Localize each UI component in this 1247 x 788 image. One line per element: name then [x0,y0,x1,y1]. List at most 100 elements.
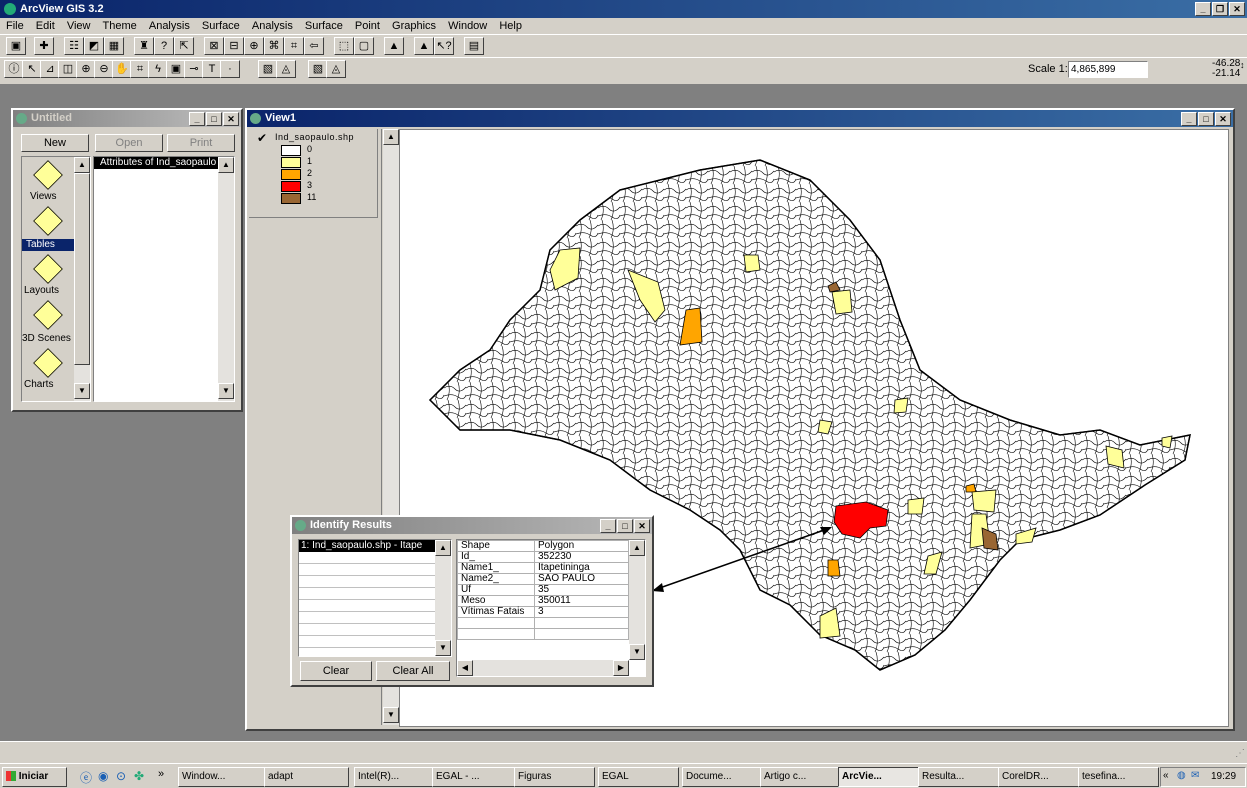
toc-scroll-down-icon[interactable]: ▼ [383,707,399,723]
zoom-previous-icon[interactable]: ⇦ [304,37,324,55]
promote-icon[interactable]: ▲ [384,37,404,55]
zoom-full-icon[interactable]: ⊠ [204,37,224,55]
menu-point[interactable]: Point [355,20,380,32]
doc-list-scrollbar[interactable]: ▲ ▼ [218,157,234,401]
attr-scroll-right-icon[interactable]: ▶ [613,660,629,676]
map-tool-4-icon[interactable]: ◬ [326,60,346,78]
locate-icon[interactable]: ⇱ [174,37,194,55]
scale-input[interactable]: 4,865,899 [1068,61,1148,78]
pointer-icon[interactable]: ↖ [22,60,42,78]
layer-icon[interactable]: ▲ [414,37,434,55]
doc-type-views[interactable]: Views [30,191,57,202]
select-feature-icon[interactable]: ◫ [58,60,78,78]
tray-expand-icon[interactable]: « [1163,770,1169,781]
attr-h-scrollbar[interactable]: ◀ ▶ [457,660,629,676]
edit-legend-icon[interactable]: ◩ [84,37,104,55]
open-button[interactable]: Open [95,134,163,152]
task-documents[interactable]: Docume... [682,767,761,787]
view-close-icon[interactable]: ✕ [1215,112,1231,126]
zoom-in-icon[interactable]: ⊕ [76,60,96,78]
mail-tray-icon[interactable]: ✉ [1191,770,1199,781]
text-icon[interactable]: T [202,60,222,78]
identify-icon[interactable]: ⓘ [4,60,24,78]
task-intel[interactable]: Intel(R)... [354,767,433,787]
close-icon[interactable]: ✕ [1229,2,1245,16]
project-minimize-icon[interactable]: _ [189,112,205,126]
views-icon[interactable] [33,160,63,190]
add-theme-icon[interactable]: ✚ [34,37,54,55]
pan-icon[interactable]: ✋ [112,60,132,78]
scroll-thumb[interactable] [74,173,90,365]
label-icon[interactable]: ⊸ [184,60,204,78]
ie-quicklaunch-icon[interactable]: ⓔ [80,769,92,786]
clear-all-button[interactable]: Clear All [376,661,450,681]
task-tesefinal[interactable]: tesefina... [1078,767,1159,787]
theme-properties-icon[interactable]: ☷ [64,37,84,55]
new-button[interactable]: New [21,134,89,152]
network-tray-icon[interactable]: ◍ [1177,770,1186,781]
find-icon[interactable]: ♜ [134,37,154,55]
query-builder-icon[interactable]: ? [154,37,174,55]
messenger-quicklaunch-icon[interactable]: ✤ [134,769,144,783]
save-icon[interactable]: ▣ [6,37,26,55]
map-tool-2-icon[interactable]: ◬ [276,60,296,78]
doc-type-charts[interactable]: Charts [24,379,53,390]
scenes-icon[interactable] [33,300,63,330]
clear-selection-icon[interactable]: ▢ [354,37,374,55]
doc-type-tables[interactable]: Tables [22,239,78,251]
quicklaunch-more-icon[interactable]: » [158,768,164,780]
select-features-icon[interactable]: ⬚ [334,37,354,55]
list-scroll-up-icon[interactable]: ▲ [218,157,234,173]
zoom-out-icon[interactable]: ⊖ [94,60,114,78]
map-tool-3-icon[interactable]: ▧ [308,60,328,78]
attr-scroll-down-icon[interactable]: ▼ [629,644,645,660]
view-maximize-icon[interactable]: □ [1198,112,1214,126]
identify-close-icon[interactable]: ✕ [634,519,650,533]
draw-point-icon[interactable]: · [220,60,240,78]
menu-theme[interactable]: Theme [103,20,137,32]
desktop-quicklaunch-icon[interactable]: ◉ [98,769,108,783]
clear-button[interactable]: Clear [300,661,372,681]
identify-result-item[interactable]: 1: Ind_saopaulo.shp - Itape [299,540,435,552]
menu-help[interactable]: Help [499,20,522,32]
map-tool-1-icon[interactable]: ▧ [258,60,278,78]
scroll-down-icon[interactable]: ▼ [74,383,90,399]
scroll-up-icon[interactable]: ▲ [74,157,90,173]
area-of-interest-icon[interactable]: ▣ [166,60,186,78]
print-icon[interactable]: ▤ [464,37,484,55]
attr-scroll-up-icon[interactable]: ▲ [629,540,645,556]
open-table-icon[interactable]: ▦ [104,37,124,55]
identify-list-scroll-down-icon[interactable]: ▼ [435,640,451,656]
list-scroll-down-icon[interactable]: ▼ [218,383,234,399]
toc-scroll-up-icon[interactable]: ▲ [383,129,399,145]
help-cursor-icon[interactable]: ↖? [434,37,454,55]
task-egal-1[interactable]: EGAL - ... [432,767,515,787]
task-coreldraw[interactable]: CorelDR... [998,767,1079,787]
task-artigo[interactable]: Artigo c... [760,767,839,787]
menu-window[interactable]: Window [448,20,487,32]
doc-type-layouts[interactable]: Layouts [24,285,59,296]
menu-view[interactable]: View [67,20,91,32]
theme-visible-checkbox[interactable]: ✔ [257,131,267,145]
doc-type-3d-scenes[interactable]: 3D Scenes [22,333,71,344]
identify-list-scrollbar[interactable]: ▲ ▼ [435,540,451,656]
task-window[interactable]: Window... [178,767,265,787]
start-button[interactable]: Iniciar [2,767,67,787]
task-adapt[interactable]: adapt [264,767,349,787]
task-figuras[interactable]: Figuras [514,767,595,787]
charts-icon[interactable] [33,348,63,378]
menu-surface-2[interactable]: Surface [305,20,343,32]
vertex-edit-icon[interactable]: ⊿ [40,60,60,78]
zoom-selected-icon[interactable]: ⊕ [244,37,264,55]
menu-surface[interactable]: Surface [202,20,240,32]
menu-file[interactable]: File [6,20,24,32]
menu-analysis[interactable]: Analysis [149,20,190,32]
menu-graphics[interactable]: Graphics [392,20,436,32]
zoom-out-tool-icon[interactable]: ⌗ [284,37,304,55]
attr-scroll-left-icon[interactable]: ◀ [457,660,473,676]
tables-icon[interactable] [33,206,63,236]
view-minimize-icon[interactable]: _ [1181,112,1197,126]
menu-edit[interactable]: Edit [36,20,55,32]
theme-entry[interactable]: ✔ Ind_saopaulo.shp 0 1 2 3 11 [249,129,378,218]
print-button[interactable]: Print [167,134,235,152]
